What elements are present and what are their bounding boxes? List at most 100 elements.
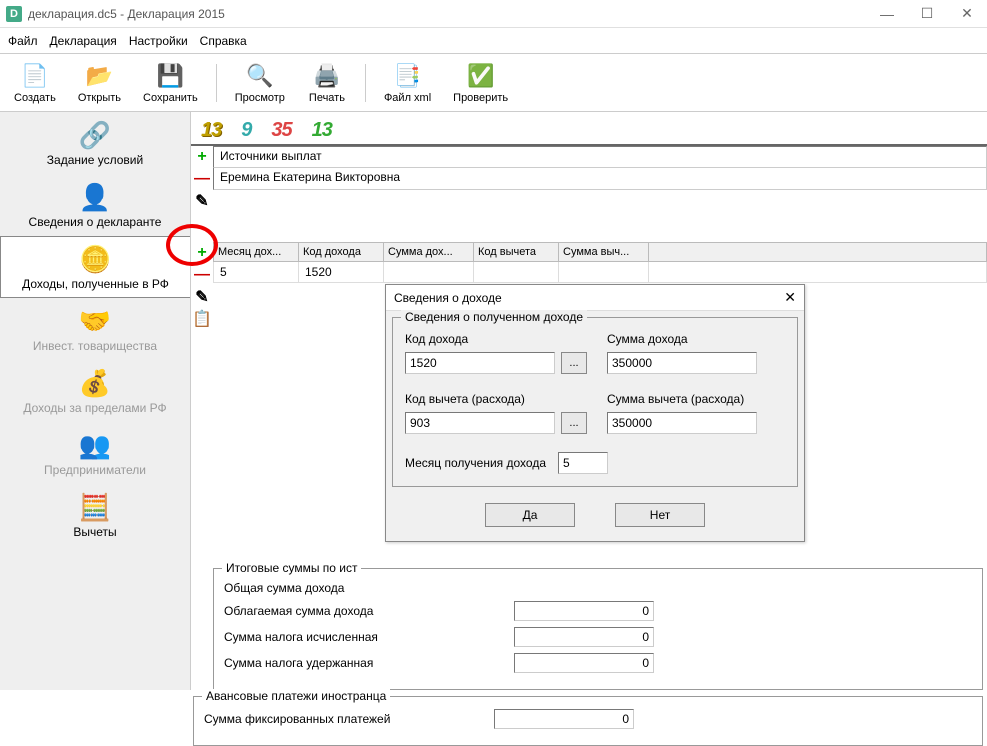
col-code[interactable]: Код дохода <box>299 243 384 262</box>
sidebar-item-deductions[interactable]: 🧮 Вычеты <box>0 484 190 546</box>
xml-icon: 📑 <box>394 62 422 90</box>
group-icon: 👥 <box>77 429 113 461</box>
sidebar-label: Задание условий <box>47 153 143 167</box>
month-input[interactable] <box>558 452 608 474</box>
rate-tab-13-green[interactable]: 13 <box>302 117 342 144</box>
open-button[interactable]: 📂 Открыть <box>68 60 131 106</box>
menu-declaration[interactable]: Декларация <box>50 34 117 48</box>
source-row[interactable]: Еремина Екатерина Викторовна <box>213 168 987 190</box>
sidebar-label: Доходы, полученные в РФ <box>22 277 169 291</box>
tax-withheld-input[interactable] <box>514 653 654 673</box>
print-icon: 🖨️ <box>313 62 341 90</box>
sidebar-label: Предприниматели <box>44 463 146 477</box>
money-bag-icon: 💰 <box>77 367 113 399</box>
rate-tab-9[interactable]: 9 <box>231 117 261 144</box>
sidebar-item-income-rf[interactable]: 🪙 Доходы, полученные в РФ <box>0 236 190 298</box>
new-file-icon: 📄 <box>21 62 49 90</box>
ded-code-input[interactable] <box>405 412 555 434</box>
preview-button[interactable]: 🔍 Просмотр <box>225 60 295 106</box>
cell-month: 5 <box>214 262 299 283</box>
dialog-cancel-button[interactable]: Нет <box>615 503 705 527</box>
add-income-button[interactable]: + <box>193 244 211 262</box>
check-icon: ✅ <box>467 62 495 90</box>
tax-calc-input[interactable] <box>514 627 654 647</box>
income-sum-label: Сумма дохода <box>607 332 785 346</box>
print-button[interactable]: 🖨️ Печать <box>297 60 357 106</box>
sidebar-label: Вычеты <box>73 525 116 539</box>
taxable-label: Облагаемая сумма дохода <box>224 604 514 618</box>
ded-code-label: Код вычета (расхода) <box>405 392 587 406</box>
repeat-income-button[interactable]: 📋 <box>193 310 211 328</box>
print-label: Печать <box>309 92 345 104</box>
open-folder-icon: 📂 <box>85 62 113 90</box>
rate-tabs: 13 9 35 13 <box>191 112 987 146</box>
income-code-input[interactable] <box>405 352 555 374</box>
minimize-button[interactable]: — <box>867 0 907 28</box>
dialog-groupbox: Сведения о полученном доходе Код дохода … <box>392 317 798 487</box>
coins-icon: 🪙 <box>78 243 114 275</box>
remove-source-button[interactable]: — <box>193 170 211 188</box>
calculator-icon: 🧮 <box>77 491 113 523</box>
menu-help[interactable]: Справка <box>200 34 247 48</box>
sidebar-item-conditions[interactable]: 🔗 Задание условий <box>0 112 190 174</box>
taxable-input[interactable] <box>514 601 654 621</box>
cell-ded-code <box>474 262 559 283</box>
edit-income-button[interactable]: ✎ <box>193 288 211 306</box>
rate-tab-35[interactable]: 35 <box>261 117 301 144</box>
close-button[interactable]: ✕ <box>947 0 987 28</box>
ded-code-browse[interactable]: ... <box>561 412 587 434</box>
totals-group: Итоговые суммы по ист Общая сумма дохода… <box>213 568 983 690</box>
fixed-input[interactable] <box>494 709 634 729</box>
open-label: Открыть <box>78 92 121 104</box>
menubar: Файл Декларация Настройки Справка <box>0 28 987 54</box>
income-code-browse[interactable]: ... <box>561 352 587 374</box>
sidebar-item-declarant[interactable]: 👤 Сведения о декларанте <box>0 174 190 236</box>
advance-legend: Авансовые платежи иностранца <box>202 689 390 703</box>
ded-sum-label: Сумма вычета (расхода) <box>607 392 785 406</box>
source-list-header: Источники выплат <box>213 146 987 168</box>
totals-legend: Итоговые суммы по ист <box>222 561 361 575</box>
income-code-label: Код дохода <box>405 332 587 346</box>
menu-settings[interactable]: Настройки <box>129 34 188 48</box>
col-ded-code[interactable]: Код вычета <box>474 243 559 262</box>
dialog-title: Сведения о доходе <box>394 291 784 305</box>
save-button[interactable]: 💾 Сохранить <box>133 60 208 106</box>
person-icon: 👤 <box>77 181 113 213</box>
income-row[interactable]: 5 1520 <box>214 262 987 283</box>
save-label: Сохранить <box>143 92 198 104</box>
add-source-button[interactable]: + <box>193 148 211 166</box>
sidebar-item-entrepreneurs[interactable]: 👥 Предприниматели <box>0 422 190 484</box>
sidebar-item-income-foreign[interactable]: 💰 Доходы за пределами РФ <box>0 360 190 422</box>
rate-tab-13-yellow[interactable]: 13 <box>191 117 231 144</box>
sidebar-label: Сведения о декларанте <box>29 215 162 229</box>
dialog-close-button[interactable]: ✕ <box>784 289 796 306</box>
source-list: Источники выплат Еремина Екатерина Викто… <box>213 146 987 210</box>
sidebar-label: Доходы за пределами РФ <box>23 401 166 415</box>
col-ded-sum[interactable]: Сумма выч... <box>559 243 649 262</box>
income-toolbar: + — ✎ 📋 <box>191 242 213 328</box>
col-month[interactable]: Месяц дох... <box>214 243 299 262</box>
month-label: Месяц получения дохода <box>405 456 546 470</box>
col-spacer <box>649 243 987 262</box>
preview-icon: 🔍 <box>246 62 274 90</box>
income-dialog: Сведения о доходе ✕ Сведения о полученно… <box>385 284 805 542</box>
fixed-label: Сумма фиксированных платежей <box>204 712 494 726</box>
check-button[interactable]: ✅ Проверить <box>443 60 518 106</box>
dialog-ok-button[interactable]: Да <box>485 503 575 527</box>
col-sum[interactable]: Сумма дох... <box>384 243 474 262</box>
menu-file[interactable]: Файл <box>8 34 38 48</box>
save-icon: 💾 <box>156 62 184 90</box>
ded-sum-input[interactable] <box>607 412 757 434</box>
remove-income-button[interactable]: — <box>193 266 211 284</box>
edit-source-button[interactable]: ✎ <box>193 192 211 210</box>
separator <box>365 64 366 102</box>
create-button[interactable]: 📄 Создать <box>4 60 66 106</box>
conditions-icon: 🔗 <box>77 119 113 151</box>
xml-button[interactable]: 📑 Файл xml <box>374 60 441 106</box>
income-sum-input[interactable] <box>607 352 757 374</box>
sidebar-item-invest[interactable]: 🤝 Инвест. товарищества <box>0 298 190 360</box>
tax-withheld-label: Сумма налога удержанная <box>224 656 514 670</box>
window-title: декларация.dc5 - Декларация 2015 <box>28 7 867 21</box>
maximize-button[interactable]: ☐ <box>907 0 947 28</box>
toolbar: 📄 Создать 📂 Открыть 💾 Сохранить 🔍 Просмо… <box>0 54 987 112</box>
